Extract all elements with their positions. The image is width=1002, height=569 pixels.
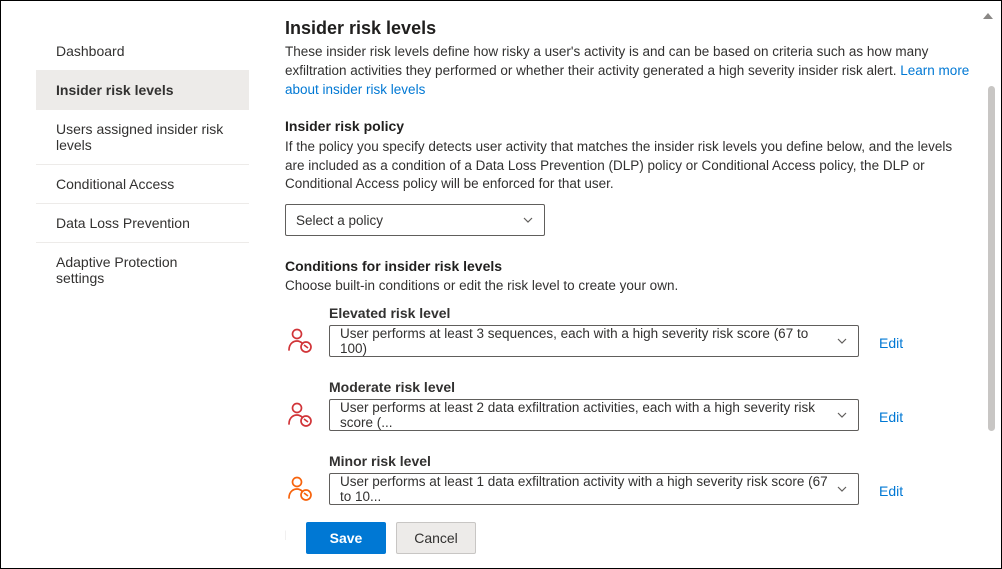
risk-row-minor: Minor risk level User performs at least … [285,453,973,505]
chevron-down-icon [836,409,848,421]
risk-content-elevated: Elevated risk level User performs at lea… [329,305,859,357]
user-risk-icon [285,473,315,503]
risk-row-moderate: Moderate risk level User performs at lea… [285,379,973,431]
risk-select-minor[interactable]: User performs at least 1 data exfiltrati… [329,473,859,505]
button-bar: Save Cancel [286,512,1001,568]
risk-select-moderate[interactable]: User performs at least 2 data exfiltrati… [329,399,859,431]
policy-heading: Insider risk policy [285,118,973,134]
conditions-heading: Conditions for insider risk levels [285,258,973,274]
risk-select-value-moderate: User performs at least 2 data exfiltrati… [340,400,836,430]
policy-description: If the policy you specify detects user a… [285,138,973,195]
edit-link-minor[interactable]: Edit [879,483,903,505]
policy-select[interactable]: Select a policy [285,204,545,236]
risk-label-moderate: Moderate risk level [329,379,859,395]
risk-label-elevated: Elevated risk level [329,305,859,321]
chevron-down-icon [522,214,534,226]
risk-row-elevated: Elevated risk level User performs at lea… [285,305,973,357]
sidebar-item-dlp[interactable]: Data Loss Prevention [36,204,249,243]
risk-select-value-minor: User performs at least 1 data exfiltrati… [340,474,836,504]
conditions-section: Conditions for insider risk levels Choos… [285,258,973,505]
risk-label-minor: Minor risk level [329,453,859,469]
risk-select-elevated[interactable]: User performs at least 3 sequences, each… [329,325,859,357]
sidebar-item-users-assigned[interactable]: Users assigned insider risk levels [36,110,249,165]
sidebar-item-insider-risk-levels[interactable]: Insider risk levels [36,71,249,110]
user-risk-icon [285,399,315,429]
edit-link-elevated[interactable]: Edit [879,335,903,357]
chevron-down-icon [836,483,848,495]
policy-select-placeholder: Select a policy [296,213,383,228]
page-title: Insider risk levels [285,18,973,39]
risk-content-moderate: Moderate risk level User performs at lea… [329,379,859,431]
sidebar-item-conditional-access[interactable]: Conditional Access [36,165,249,204]
save-button[interactable]: Save [306,522,386,554]
app-shell: Dashboard Insider risk levels Users assi… [1,1,1001,568]
main-content: Insider risk levels These insider risk l… [261,12,1001,568]
risk-select-value-elevated: User performs at least 3 sequences, each… [340,326,836,356]
side-nav: Dashboard Insider risk levels Users assi… [1,12,261,568]
chevron-down-icon [836,335,848,347]
user-risk-icon [285,325,315,355]
cancel-button[interactable]: Cancel [396,522,476,554]
risk-content-minor: Minor risk level User performs at least … [329,453,859,505]
sidebar-item-dashboard[interactable]: Dashboard [36,32,249,71]
conditions-description: Choose built-in conditions or edit the r… [285,278,973,293]
policy-section: Insider risk policy If the policy you sp… [285,118,973,237]
page-description-text: These insider risk levels define how ris… [285,44,928,78]
page-description: These insider risk levels define how ris… [285,43,973,100]
sidebar-item-adaptive-protection[interactable]: Adaptive Protection settings [36,243,249,297]
edit-link-moderate[interactable]: Edit [879,409,903,431]
